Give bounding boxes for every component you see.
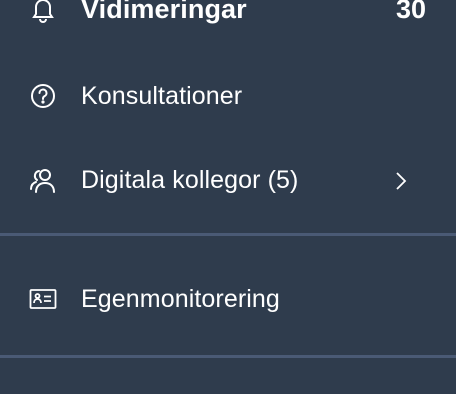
sidebar-item-label: Digitala kollegor (5): [81, 165, 299, 194]
sidebar-item-label: Konsultationer: [81, 81, 243, 110]
id-card-icon: [28, 284, 58, 314]
question-circle-icon: [28, 81, 58, 111]
bell-icon: [28, 0, 58, 24]
sidebar-item-konsultationer[interactable]: Konsultationer: [0, 66, 456, 126]
sidebar-item-digitala-kollegor[interactable]: Digitala kollegor (5): [0, 150, 456, 210]
chevron-right-icon[interactable]: [393, 172, 409, 190]
sidebar-item-egenmonitorering[interactable]: Egenmonitorering: [0, 269, 456, 329]
divider: [0, 233, 456, 236]
users-icon: [28, 165, 58, 195]
divider: [0, 355, 456, 358]
sidebar-item-label: Egenmonitorering: [81, 284, 280, 313]
sidebar-menu: Vidimeringar 30 Konsultationer Digitala …: [0, 0, 456, 394]
sidebar-item-label: Vidimeringar: [81, 0, 247, 24]
sidebar-item-vidimeringar[interactable]: Vidimeringar 30: [0, 0, 456, 39]
count-badge: 30: [395, 0, 426, 24]
